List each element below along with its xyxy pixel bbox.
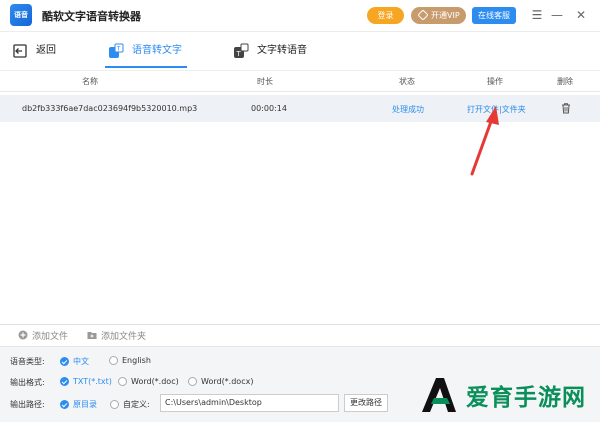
lang-en-label: English [122, 356, 151, 365]
back-label: 返回 [36, 45, 56, 56]
radio-empty-icon [188, 377, 197, 386]
radio-empty-icon [110, 400, 119, 409]
col-status: 状态 [399, 77, 415, 86]
tab-speech-to-text[interactable]: T 语音转文字 [108, 40, 190, 62]
trash-icon[interactable] [560, 102, 572, 114]
watermark-text: 爱育手游网 [466, 385, 586, 411]
change-path-button[interactable]: 更改路径 [344, 394, 388, 412]
add-folder-label: 添加文件夹 [101, 332, 147, 342]
fmt-txt-radio[interactable]: TXT(*.txt) [60, 377, 112, 386]
tab-bar: 返回 T 语音转文字 T 文字转语音 [0, 32, 600, 70]
output-path-input[interactable]: C:\Users\admin\Desktop [160, 394, 339, 412]
file-duration: 00:00:14 [251, 104, 287, 113]
close-icon[interactable]: ✕ [572, 6, 590, 24]
watermark-logo-icon [422, 378, 456, 412]
speech-to-text-label: 语音转文字 [132, 45, 182, 56]
watermark: 爱育手游网 [418, 372, 594, 416]
text-to-speech-label: 文字转语音 [257, 45, 307, 56]
speech-to-text-icon: T [109, 43, 124, 58]
col-delete: 删除 [557, 77, 573, 86]
radio-checked-icon [60, 357, 69, 366]
col-name: 名称 [82, 77, 98, 86]
bottom-toolbar: 添加文件 添加文件夹 [0, 324, 600, 346]
path-original-radio[interactable]: 原目录 [60, 399, 97, 410]
table-header: 名称 时长 状态 操作 删除 [0, 70, 600, 92]
language-label: 语音类型: [10, 357, 45, 366]
file-status: 处理成功 [392, 105, 424, 114]
file-name: db2fb333f6ae7dac023694f9b5320010.mp3 [22, 104, 198, 113]
menu-icon[interactable]: ☰ [528, 6, 546, 24]
radio-empty-icon [109, 356, 118, 365]
text-to-speech-icon: T [234, 43, 249, 58]
diamond-icon [417, 9, 429, 21]
folder-icon [87, 332, 97, 339]
vip-label: 开通VIP [431, 11, 460, 20]
col-duration: 时长 [257, 77, 273, 86]
col-action: 操作 [487, 77, 503, 86]
annotation-arrow-icon [470, 106, 499, 176]
back-button[interactable]: 返回 [12, 40, 72, 62]
path-custom-label: 自定义: [123, 400, 150, 409]
table-row[interactable]: db2fb333f6ae7dac023694f9b5320010.mp3 00:… [0, 95, 600, 122]
add-file-button[interactable]: 添加文件 [18, 329, 68, 342]
login-button[interactable]: 登录 [367, 7, 404, 24]
active-tab-indicator [105, 66, 187, 68]
fmt-docx-label: Word(*.docx) [201, 377, 254, 386]
fmt-doc-label: Word(*.doc) [131, 377, 179, 386]
online-service-button[interactable]: 在线客服 [472, 7, 516, 24]
title-bar: 语音 酷软文字语音转换器 登录 开通VIP 在线客服 ☰ — ✕ [0, 0, 600, 32]
vip-button[interactable]: 开通VIP [411, 7, 466, 24]
fmt-txt-label: TXT(*.txt) [73, 377, 112, 386]
minimize-icon[interactable]: — [548, 6, 566, 24]
format-label: 输出格式: [10, 378, 45, 387]
app-logo: 语音 [10, 4, 32, 26]
radio-checked-icon [60, 377, 69, 386]
svg-text:T: T [116, 46, 121, 53]
path-original-label: 原目录 [73, 400, 97, 409]
radio-empty-icon [118, 377, 127, 386]
path-custom-radio[interactable]: 自定义: [110, 399, 150, 410]
path-label: 输出路径: [10, 400, 45, 409]
radio-checked-icon [60, 400, 69, 409]
lang-en-radio[interactable]: English [109, 356, 151, 365]
add-folder-button[interactable]: 添加文件夹 [87, 329, 146, 342]
tab-text-to-speech[interactable]: T 文字转语音 [233, 40, 315, 62]
add-file-label: 添加文件 [32, 332, 69, 342]
lang-cn-label: 中文 [73, 357, 89, 366]
add-circle-icon [18, 330, 28, 340]
svg-text:T: T [236, 50, 242, 58]
fmt-docx-radio[interactable]: Word(*.docx) [188, 377, 253, 386]
lang-cn-radio[interactable]: 中文 [60, 356, 89, 367]
app-title: 酷软文字语音转换器 [42, 10, 141, 23]
back-icon [13, 44, 27, 58]
fmt-doc-radio[interactable]: Word(*.doc) [118, 377, 179, 386]
